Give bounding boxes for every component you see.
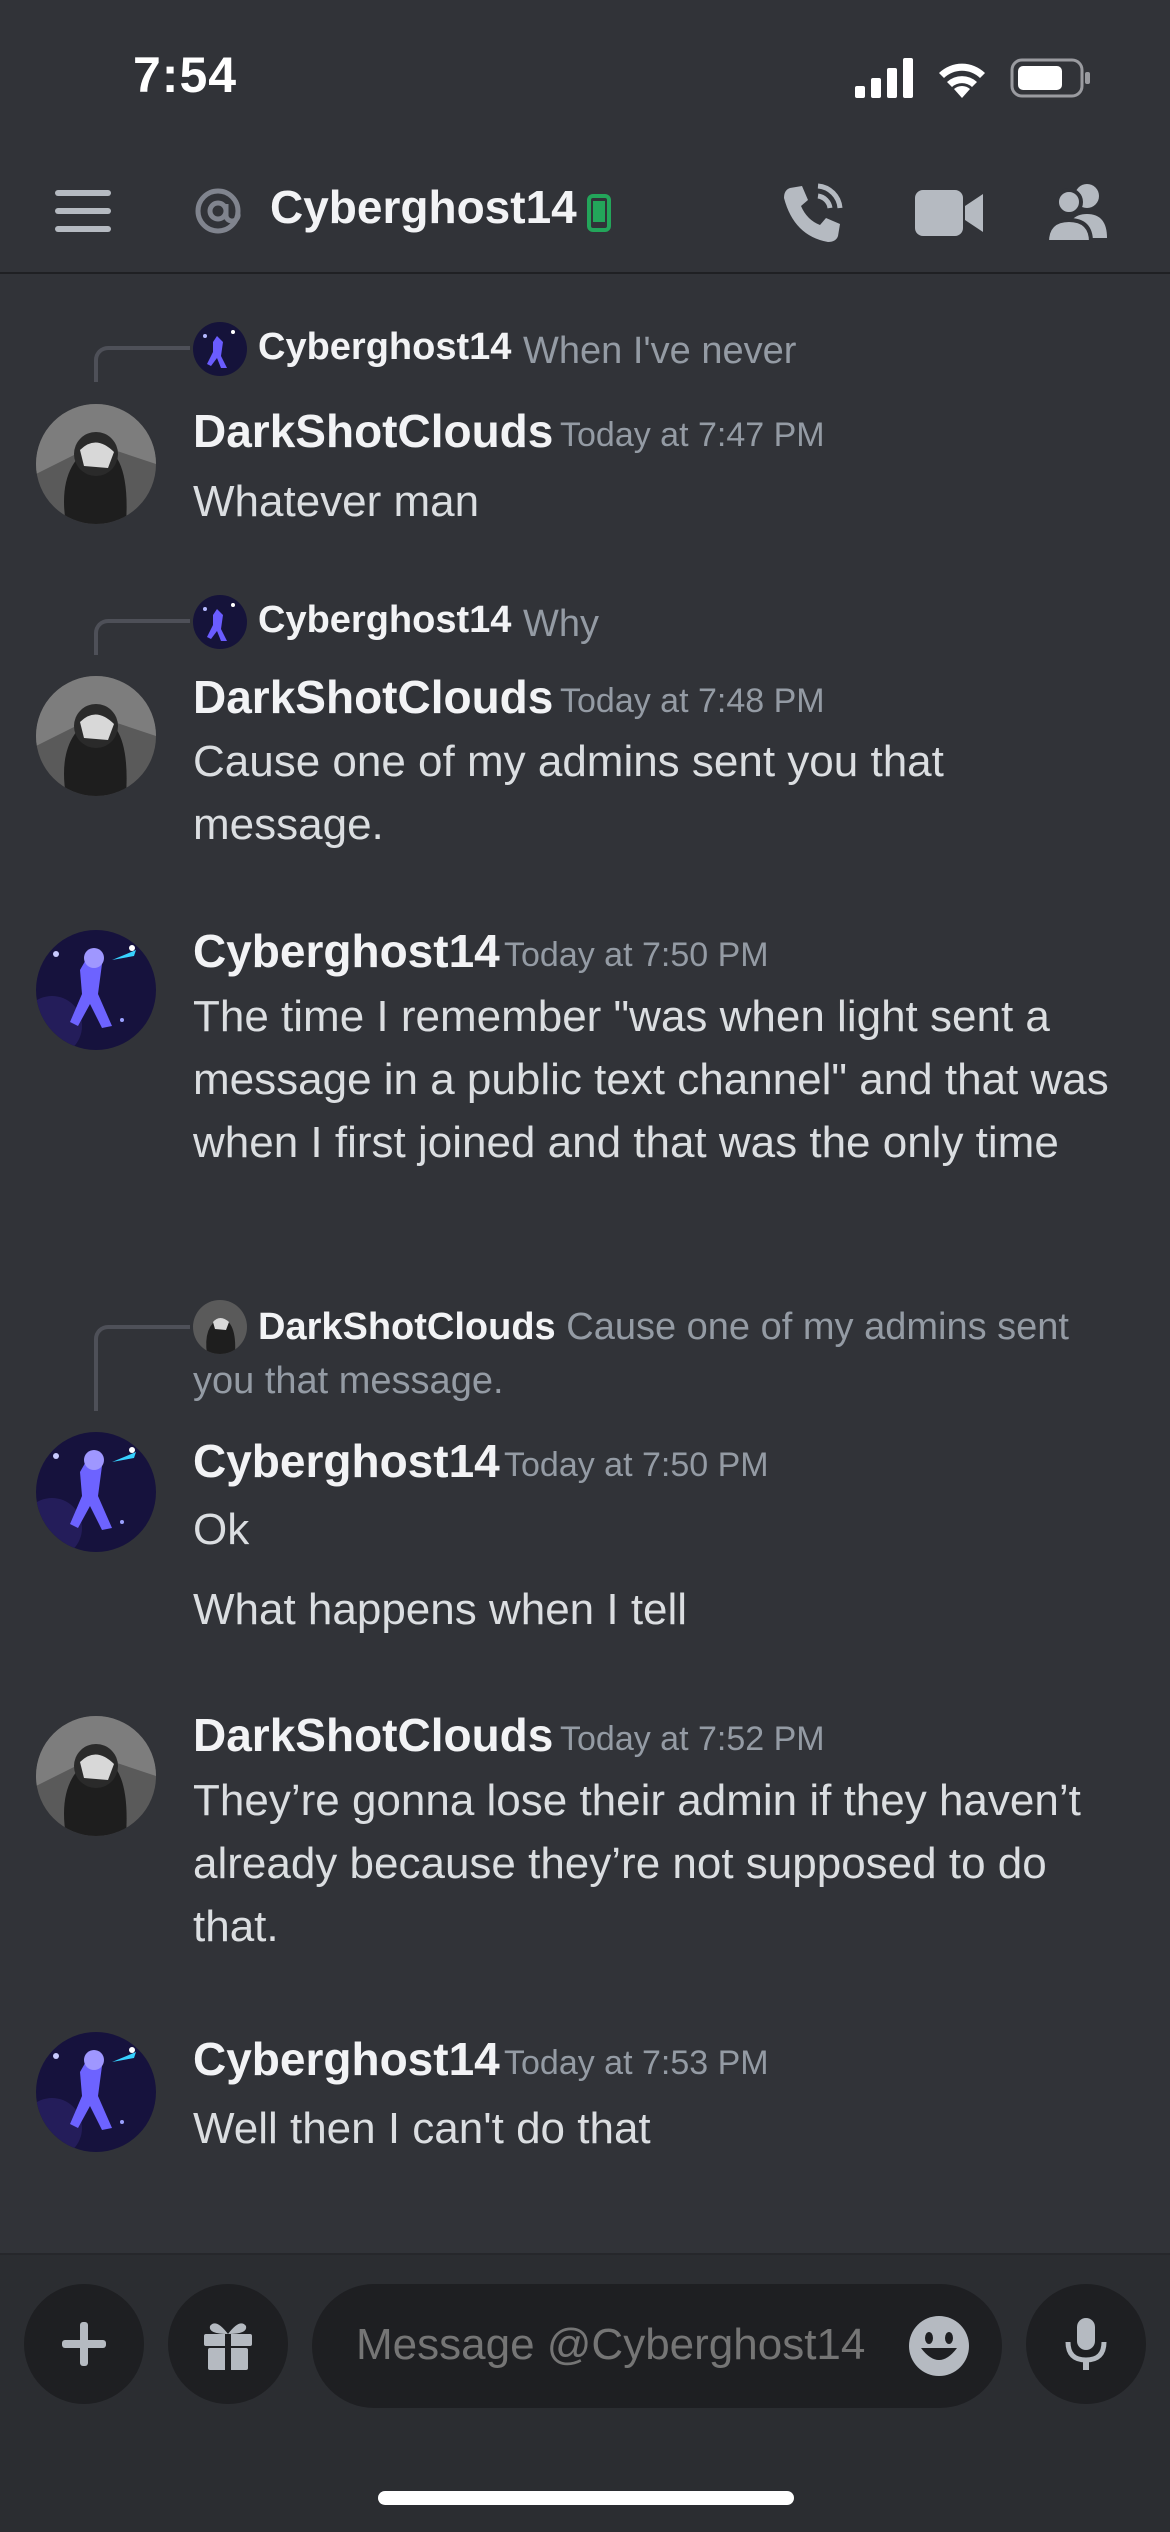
emoji-icon[interactable]: [907, 2314, 971, 2378]
channel-name[interactable]: Cyberghost14: [270, 180, 577, 234]
gift-button[interactable]: [168, 2284, 288, 2404]
avatar[interactable]: [36, 404, 156, 524]
reply-preview[interactable]: When I've never: [523, 324, 796, 378]
reply-author[interactable]: DarkShotClouds: [258, 1306, 556, 1348]
voice-message-button[interactable]: [1026, 2284, 1146, 2404]
reply-connector: [94, 1325, 190, 1411]
message-timestamp: Today at 7:48 PM: [560, 682, 825, 720]
status-time: 7:54: [133, 47, 238, 103]
mobile-status-icon: [587, 194, 611, 232]
message-timestamp: Today at 7:52 PM: [560, 1720, 825, 1758]
message-text: They’re gonna lose their admin if they h…: [193, 1776, 1081, 1951]
message-text: The time I remember "was when light sent…: [193, 992, 1109, 1167]
signal-icon: [855, 58, 913, 98]
video-icon[interactable]: [915, 186, 985, 240]
channel-header: Cyberghost14: [0, 150, 1170, 274]
reply-avatar: [193, 322, 247, 376]
message-author[interactable]: DarkShotClouds: [193, 1708, 553, 1762]
call-icon[interactable]: [780, 180, 846, 246]
attach-button[interactable]: [24, 2284, 144, 2404]
message-timestamp: Today at 7:50 PM: [504, 936, 769, 974]
discord-dm-screen: 7:54 Cyberghost14 Cyberghost14 When I've…: [0, 0, 1170, 2532]
message-timestamp: Today at 7:47 PM: [560, 416, 825, 454]
message-text: Cause one of my admins sent you that mes…: [193, 737, 944, 849]
message-box[interactable]: [312, 2284, 1002, 2408]
reply-preview[interactable]: DarkShotClouds Cause one of my admins se…: [193, 1300, 1123, 1408]
members-icon[interactable]: [1045, 180, 1115, 244]
message-text: Whatever man: [193, 477, 480, 526]
avatar[interactable]: [36, 2032, 156, 2152]
message-author[interactable]: Cyberghost14: [193, 1434, 500, 1488]
reply-avatar: [193, 595, 247, 649]
reply-connector: [94, 346, 190, 382]
avatar[interactable]: [36, 1716, 156, 1836]
message-text: Well then I can't do that: [193, 2104, 651, 2153]
battery-icon: [1010, 58, 1090, 98]
plus-icon: [62, 2322, 106, 2366]
message-text: Ok: [193, 1505, 250, 1554]
home-indicator[interactable]: [378, 2491, 794, 2505]
reply-author[interactable]: Cyberghost14: [258, 326, 511, 369]
reply-author[interactable]: Cyberghost14: [258, 599, 511, 642]
avatar[interactable]: [36, 676, 156, 796]
reply-preview[interactable]: Why: [523, 597, 599, 651]
gift-icon: [204, 2323, 252, 2370]
avatar[interactable]: [36, 1432, 156, 1552]
menu-icon[interactable]: [55, 188, 111, 234]
message-author[interactable]: Cyberghost14: [193, 924, 500, 978]
microphone-icon: [1065, 2318, 1107, 2370]
status-bar: 7:54: [0, 0, 1170, 150]
message-author[interactable]: Cyberghost14: [193, 2032, 500, 2086]
avatar[interactable]: [36, 930, 156, 1050]
at-icon: [195, 188, 241, 234]
message-timestamp: Today at 7:50 PM: [504, 1446, 769, 1484]
message-timestamp: Today at 7:53 PM: [504, 2044, 769, 2082]
message-text: What happens when I tell: [193, 1585, 688, 1634]
wifi-icon: [939, 63, 985, 98]
reply-connector: [94, 619, 190, 655]
message-author[interactable]: DarkShotClouds: [193, 404, 553, 458]
message-input[interactable]: [356, 2320, 876, 2370]
message-author[interactable]: DarkShotClouds: [193, 670, 553, 724]
